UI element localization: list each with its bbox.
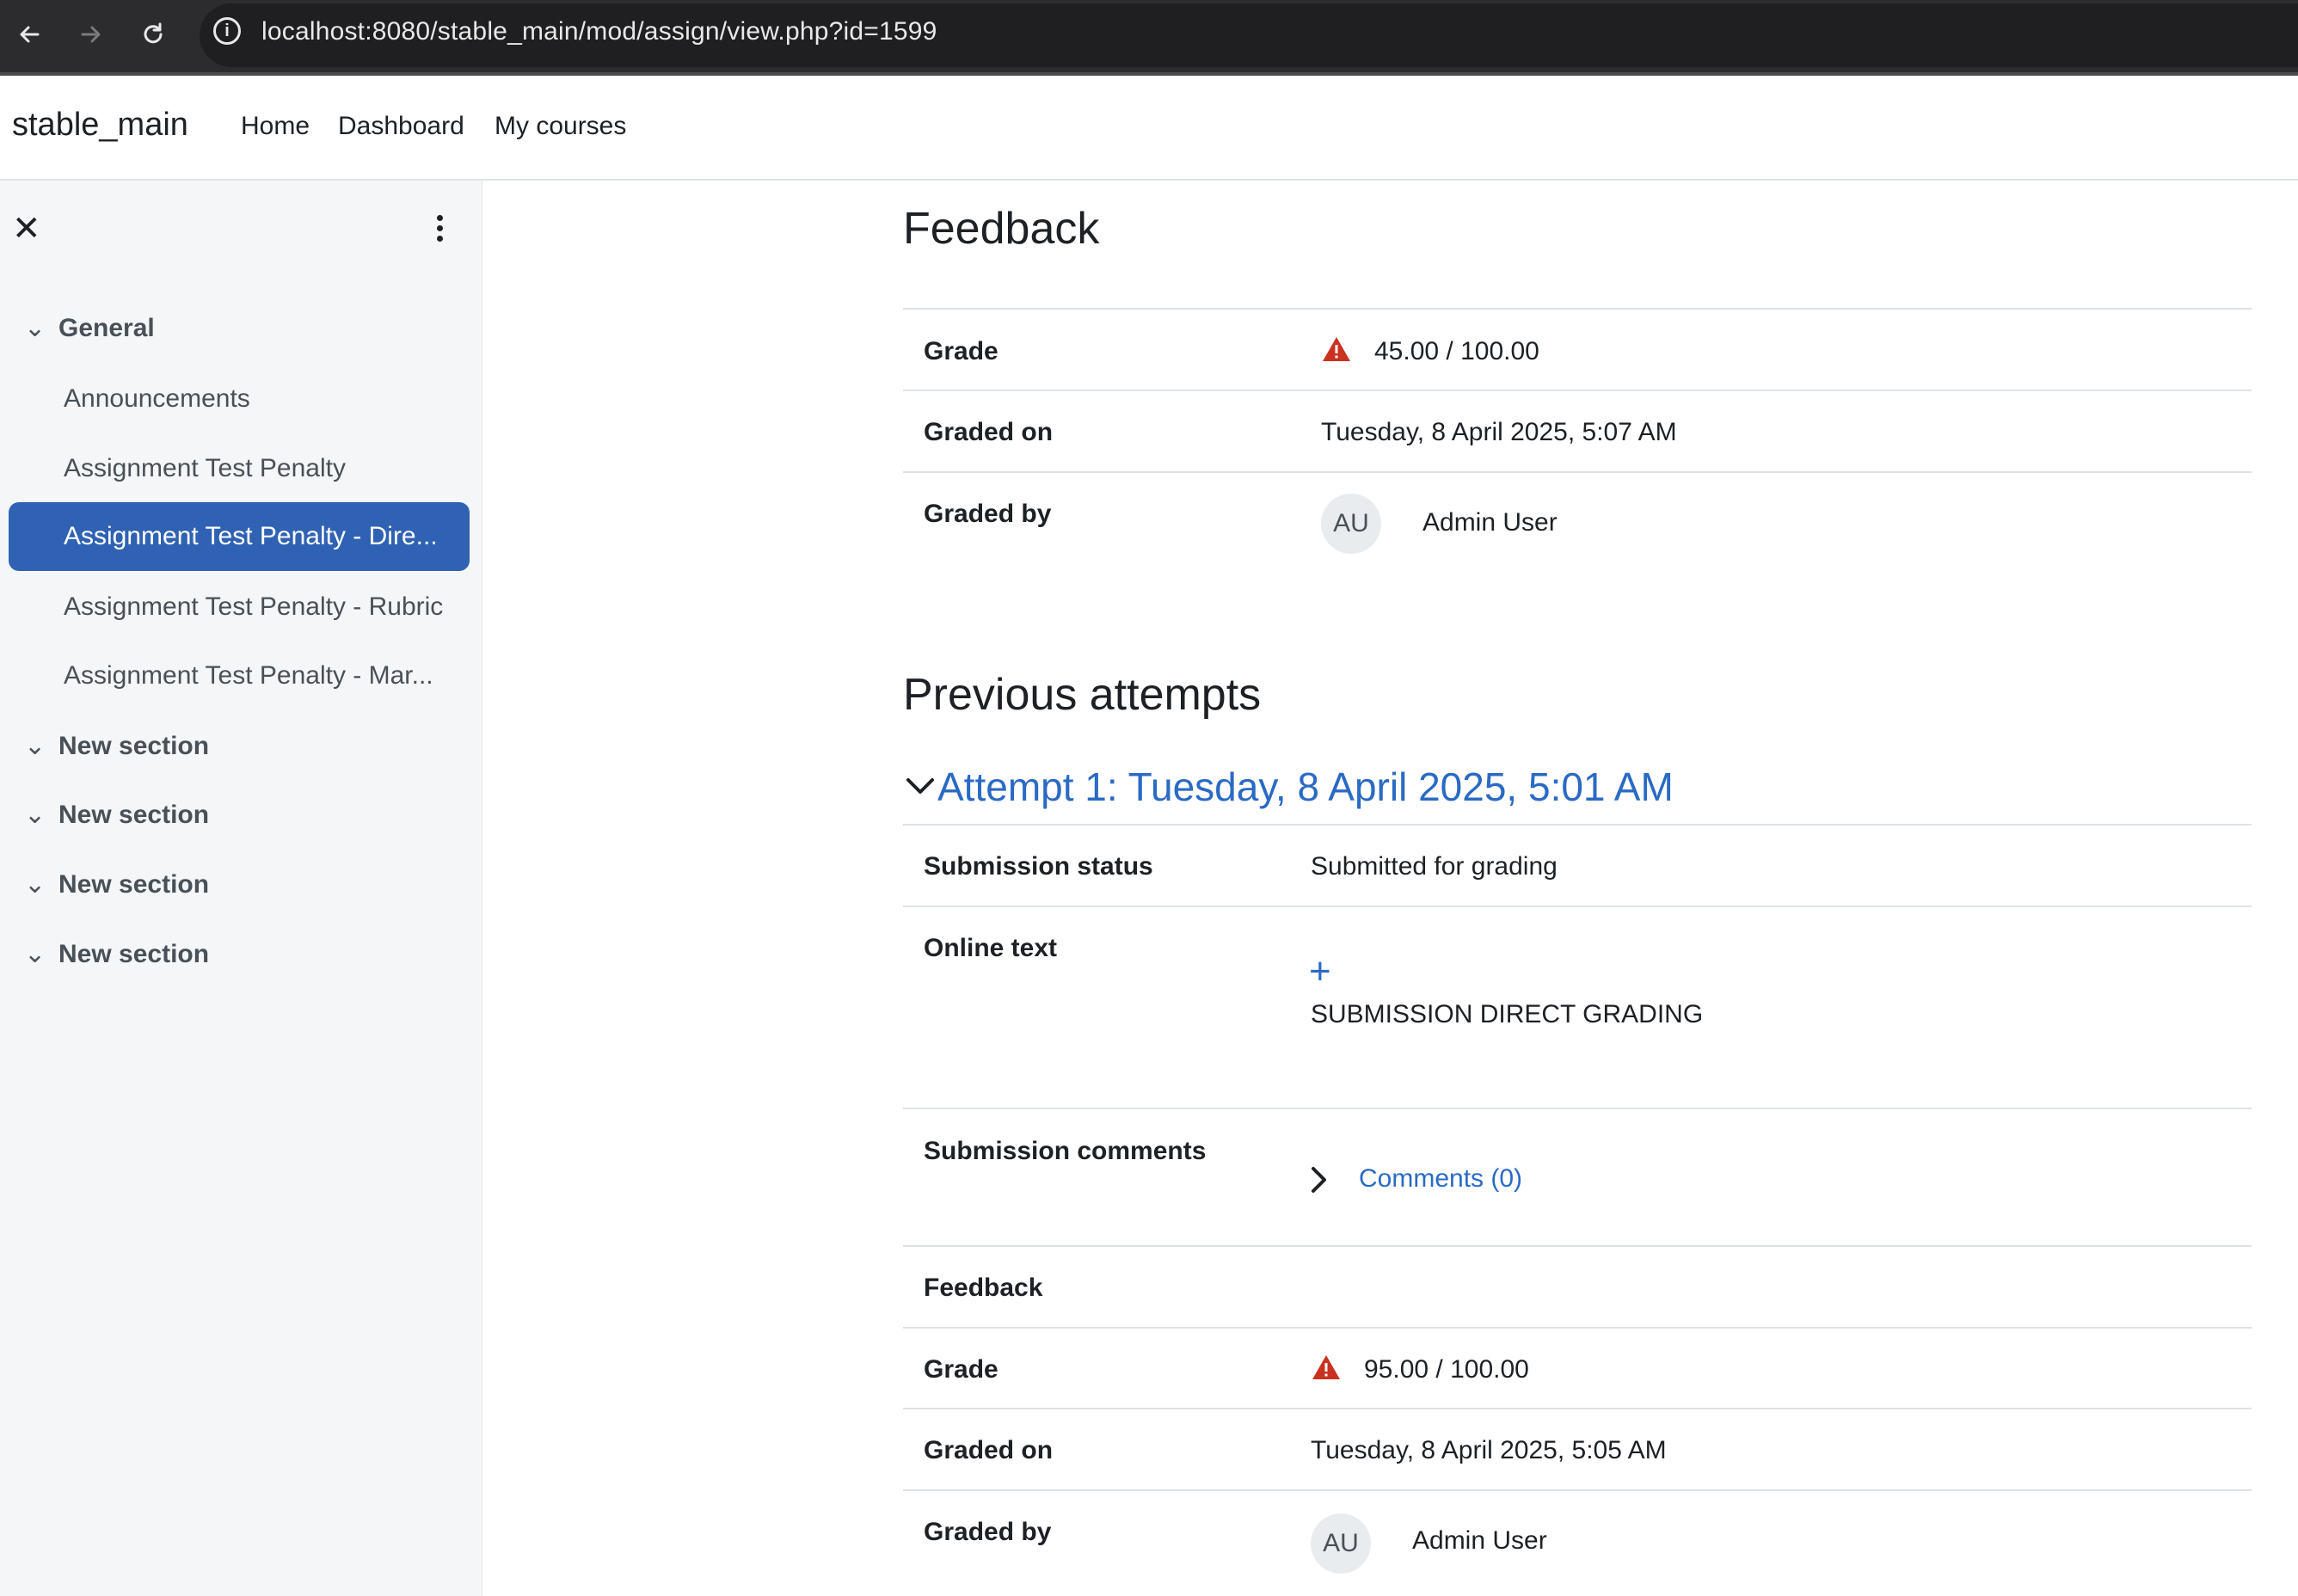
section-label: New section (58, 732, 210, 760)
graded-on-label: Graded on (924, 418, 1054, 446)
graded-on-value: Tuesday, 8 April 2025, 5:07 AM (1321, 418, 1677, 446)
chevron-down-icon[interactable]: ⌄ (24, 869, 58, 899)
section-new-2[interactable]: ⌄ New section (24, 800, 209, 830)
reload-icon[interactable] (134, 15, 172, 53)
divider (903, 390, 2252, 391)
grade-label: Grade (924, 1355, 998, 1384)
section-general[interactable]: ⌄ General (24, 313, 155, 343)
submission-status-label: Submission status (924, 852, 1153, 881)
avatar[interactable]: AU (1311, 1513, 1371, 1574)
graded-on-label: Graded on (924, 1436, 1054, 1464)
grader-name[interactable]: Admin User (1422, 508, 1558, 537)
course-index-drawer: ✕ ⌄ General Announcements Assignment Test… (0, 181, 482, 1596)
expand-plus-icon[interactable]: + (1309, 953, 1331, 991)
previous-attempts-heading: Previous attempts (903, 670, 1262, 720)
grade-label: Grade (924, 337, 998, 365)
submission-comments-label: Submission comments (924, 1137, 1207, 1165)
divider (903, 905, 2252, 907)
info-icon[interactable]: i (213, 17, 241, 45)
chevron-right-icon[interactable] (1309, 1164, 1330, 1195)
graded-by-label: Graded by (924, 1518, 1052, 1546)
kebab-menu-icon[interactable] (427, 212, 452, 246)
divider (903, 1489, 2252, 1491)
chevron-down-icon[interactable]: ⌄ (24, 939, 58, 969)
chevron-down-icon[interactable] (905, 770, 936, 801)
divider (903, 308, 2252, 310)
back-arrow-icon[interactable] (10, 15, 48, 53)
forward-arrow-icon[interactable] (72, 15, 110, 53)
course-index-item[interactable]: Assignment Test Penalty - Rubric (9, 573, 470, 641)
section-label: New section (58, 870, 210, 899)
divider (903, 1327, 2252, 1329)
divider (903, 1408, 2252, 1409)
attempt-toggle-link[interactable]: Attempt 1: Tuesday, 8 April 2025, 5:01 A… (937, 764, 1674, 810)
grade-value: 95.00 / 100.00 (1364, 1355, 1529, 1384)
feedback-label: Feedback (924, 1274, 1043, 1302)
chevron-down-icon[interactable]: ⌄ (24, 731, 58, 761)
nav-link-dashboard[interactable]: Dashboard (338, 112, 464, 141)
section-new-4[interactable]: ⌄ New section (24, 939, 209, 969)
section-label: General (58, 314, 155, 342)
section-label: New section (58, 940, 210, 968)
warning-triangle-icon (1323, 337, 1350, 361)
grader-name[interactable]: Admin User (1412, 1526, 1547, 1556)
chevron-down-icon[interactable]: ⌄ (24, 313, 58, 343)
warning-triangle-icon (1312, 1355, 1340, 1379)
divider (903, 471, 2252, 473)
grade-value: 45.00 / 100.00 (1374, 337, 1539, 365)
section-label: New section (58, 801, 210, 829)
feedback-heading: Feedback (903, 204, 1100, 254)
online-text-label: Online text (924, 934, 1058, 962)
graded-by-label: Graded by (924, 500, 1052, 528)
graded-on-value: Tuesday, 8 April 2025, 5:05 AM (1311, 1436, 1667, 1464)
section-new-1[interactable]: ⌄ New section (24, 731, 209, 761)
submission-status-value: Submitted for grading (1311, 852, 1558, 881)
divider (903, 1108, 2252, 1109)
online-text-value: SUBMISSION DIRECT GRADING (1311, 1000, 1704, 1028)
nav-link-my-courses[interactable]: My courses (495, 112, 626, 141)
course-index-item-active[interactable]: Assignment Test Penalty - Dire... (9, 502, 470, 571)
course-index-item[interactable]: Announcements (9, 365, 470, 433)
close-icon[interactable]: ✕ (12, 212, 41, 246)
course-index-item[interactable]: Assignment Test Penalty - Mar... (9, 641, 470, 710)
site-navbar: stable_main Home Dashboard My courses (0, 76, 2298, 181)
chevron-down-icon[interactable]: ⌄ (24, 800, 58, 830)
section-new-3[interactable]: ⌄ New section (24, 869, 209, 899)
divider (903, 1245, 2252, 1247)
comments-link[interactable]: Comments (0) (1359, 1164, 1522, 1194)
browser-toolbar: i localhost:8080/stable_main/mod/assign/… (0, 0, 2298, 76)
divider (903, 824, 2252, 826)
url-text[interactable]: localhost:8080/stable_main/mod/assign/vi… (261, 17, 937, 46)
site-brand[interactable]: stable_main (12, 107, 188, 144)
avatar[interactable]: AU (1321, 494, 1381, 554)
nav-link-home[interactable]: Home (241, 112, 310, 141)
course-index-item[interactable]: Assignment Test Penalty (9, 434, 470, 503)
